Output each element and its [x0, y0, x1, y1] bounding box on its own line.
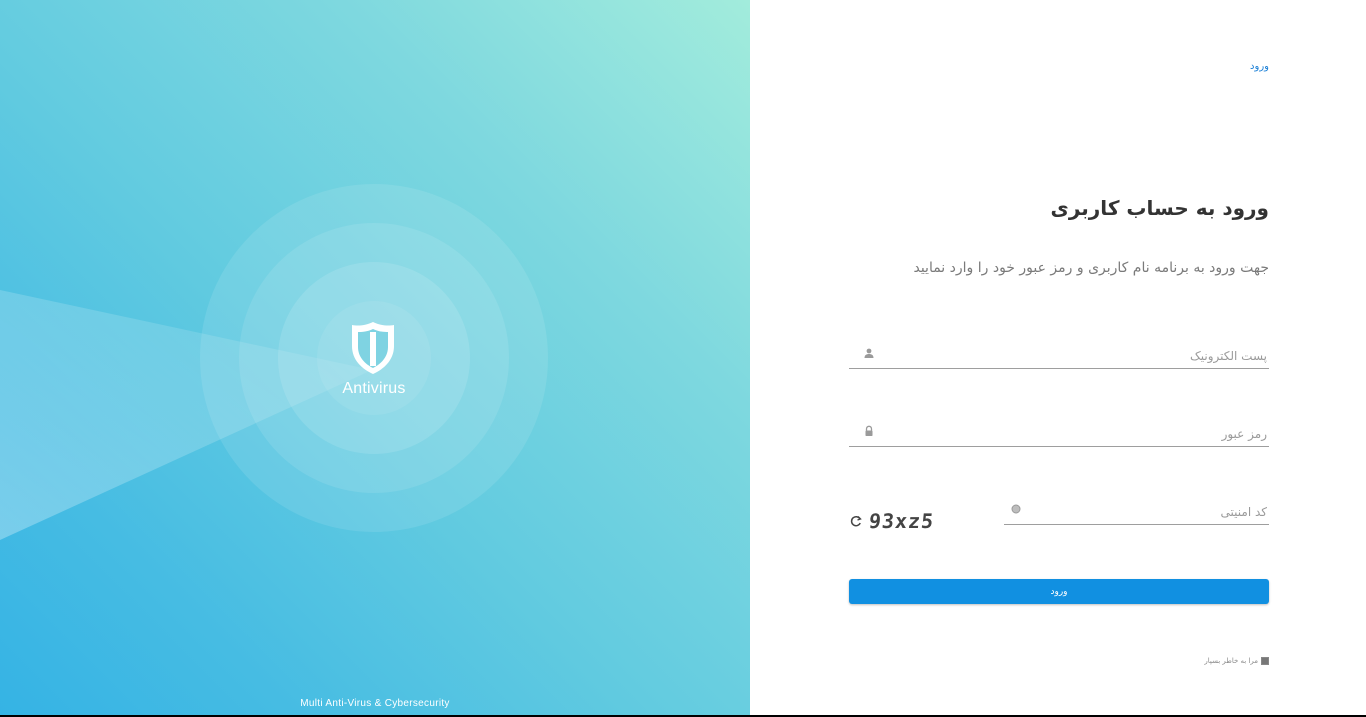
password-field: [849, 422, 1269, 447]
remember-label: مرا به خاطر بسپار: [1204, 657, 1258, 665]
circle-icon: [1011, 504, 1021, 514]
shield-icon: [352, 322, 394, 374]
email-field: [849, 344, 1269, 369]
page-subtitle: جهت ورود به برنامه نام کاربری و رمز عبور…: [913, 260, 1269, 276]
hero-footer: Multi Anti-Virus & Cybersecurity: [300, 698, 450, 709]
email-input[interactable]: [849, 344, 1269, 368]
captcha-field: [1004, 500, 1269, 525]
refresh-icon[interactable]: [849, 514, 863, 528]
page-title: ورود به حساب کاربری: [1050, 196, 1269, 220]
login-panel: ورود ورود به حساب کاربری جهت ورود به برن…: [750, 0, 1366, 715]
logo-text: Antivirus: [342, 380, 406, 397]
login-link[interactable]: ورود: [1250, 61, 1269, 72]
captcha-box: 93xz5: [849, 506, 936, 536]
lock-icon: [865, 425, 873, 436]
login-button[interactable]: ورود: [849, 579, 1269, 604]
hero-panel: Antivirus Multi Anti-Virus & Cybersecuri…: [0, 0, 750, 715]
password-input[interactable]: [849, 422, 1269, 446]
captcha-image: 93xz5: [867, 509, 936, 533]
remember-checkbox[interactable]: [1261, 657, 1269, 665]
user-icon: [864, 348, 874, 358]
remember-me[interactable]: مرا به خاطر بسپار: [1204, 657, 1269, 665]
captcha-input[interactable]: [1004, 500, 1269, 524]
